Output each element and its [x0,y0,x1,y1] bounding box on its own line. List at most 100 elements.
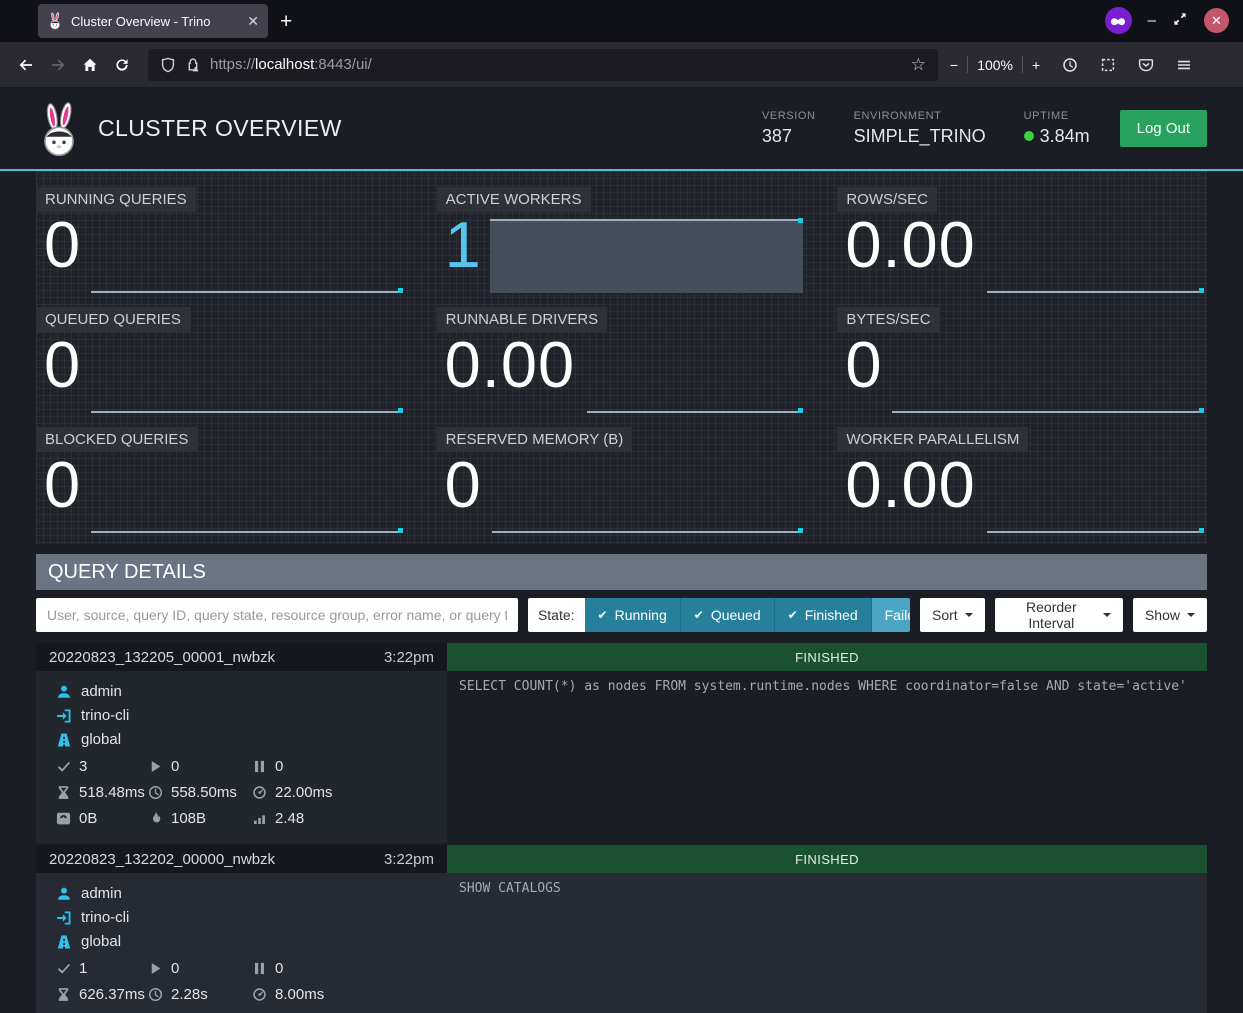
pocket-icon[interactable] [1130,49,1162,81]
cpu-time: 2.28s [171,986,208,1003]
state-filter-finished[interactable]: ✔Finished [774,598,871,632]
query-id-bar: 20220823_132202_00000_nwbzk 3:22pm [36,845,447,873]
version-block: VERSION 387 [762,110,816,147]
lock-warning-icon[interactable] [185,57,201,73]
sparkline-dot [398,528,403,533]
query-filter-input[interactable] [36,598,518,632]
new-tab-button[interactable]: + [280,11,292,32]
query-id-link[interactable]: 20220823_132205_00001_nwbzk [49,649,275,666]
state-filter-queued[interactable]: ✔Queued [680,598,774,632]
wall-time: 518.48ms [79,784,145,801]
queued-splits: 0 [275,758,283,775]
query-row: 20220823_132202_00000_nwbzk 3:22pm admin… [36,845,1207,1013]
divider [1022,56,1023,73]
stat-card-running-queries: RUNNING QUERIES 0 [36,187,406,294]
gauge-icon [252,987,267,1002]
query-id-link[interactable]: 20220823_132202_00000_nwbzk [49,851,275,868]
stat-value: 0 [44,449,81,521]
zoom-out-button[interactable]: − [950,57,958,73]
window-controls: – ✕ [1105,7,1243,34]
stat-value: 0 [845,329,882,401]
trino-logo [36,102,82,158]
sparkline-dot [398,408,403,413]
query-resource-group: global [81,933,121,950]
reload-button[interactable] [106,49,138,81]
completed-splits: 1 [79,960,87,977]
query-state-badge: FINISHED [447,845,1207,873]
uptime-block: UPTIME 3.84m [1024,110,1090,147]
stat-value: 0.00 [445,329,576,401]
back-button[interactable] [10,49,42,81]
forward-button[interactable] [42,49,74,81]
sparkline-dot [1199,288,1204,293]
close-button[interactable]: ✕ [1204,8,1229,33]
history-clock-icon[interactable] [1054,49,1086,81]
uptime-value: 3.84m [1024,126,1090,147]
state-filter-failed[interactable]: Failed [871,598,910,632]
stat-card-rows-sec: ROWS/SEC 0.00 [837,187,1207,294]
sparkline-dot [398,288,403,293]
reorder-interval-dropdown[interactable]: Reorder Interval [995,598,1123,632]
sparkline [987,531,1204,533]
play-icon [148,759,163,774]
chevron-down-icon [965,613,973,617]
toolbar-icons [1054,49,1200,81]
show-dropdown[interactable]: Show [1133,598,1207,632]
environment-value: SIMPLE_TRINO [854,126,986,147]
sparkline-dot [1199,528,1204,533]
profile-mask-icon[interactable] [1105,7,1132,34]
home-button[interactable] [74,49,106,81]
tab-title: Cluster Overview - Trino [71,14,239,29]
environment-block: ENVIRONMENT SIMPLE_TRINO [854,110,986,147]
scale-icon [56,811,71,826]
clock-icon [148,987,163,1002]
browser-tab[interactable]: Cluster Overview - Trino ✕ [38,4,268,38]
road-icon [56,732,72,748]
query-sql-snippet[interactable]: SHOW CATALOGS [447,873,1207,1013]
cumulative-memory: 108B [171,810,206,827]
zoom-level[interactable]: 100% [977,57,1013,73]
pause-icon [252,961,267,976]
sign-in-icon [56,708,72,724]
version-label: VERSION [762,110,816,122]
sparkline [91,531,403,533]
stat-card-runnable-drivers: RUNNABLE DRIVERS 0.00 [437,307,807,414]
tracking-shield-icon[interactable] [160,57,176,73]
query-sql-snippet[interactable]: SELECT COUNT(*) as nodes FROM system.run… [447,671,1207,843]
sparkline [587,411,804,413]
trino-favicon [47,12,63,30]
pause-icon [252,759,267,774]
bookmark-star-icon[interactable]: ☆ [911,55,926,75]
query-user: admin [81,885,122,902]
uptime-status-dot [1024,131,1034,141]
completed-splits: 3 [79,758,87,775]
sort-dropdown[interactable]: Sort [920,598,985,632]
version-value: 387 [762,126,816,147]
sparkline [892,411,1204,413]
restore-button[interactable] [1172,11,1188,30]
stat-card-blocked-queries: BLOCKED QUERIES 0 [36,427,406,534]
logout-button[interactable]: Log Out [1120,110,1207,147]
cluster-stats-section: RUNNING QUERIES 0 ACTIVE WORKERS 1 ROWS/… [36,171,1207,544]
running-splits: 0 [171,758,179,775]
minimize-button[interactable]: – [1148,13,1156,28]
screenshot-icon[interactable] [1092,49,1124,81]
clock-icon [148,785,163,800]
zoom-in-button[interactable]: + [1032,57,1040,73]
url-bar[interactable]: https://localhost:8443/ui/ ☆ [148,49,938,81]
stat-card-bytes-sec: BYTES/SEC 0 [837,307,1207,414]
sparkline-dot [798,408,803,413]
query-id-bar: 20220823_132205_00001_nwbzk 3:22pm [36,643,447,671]
tab-close-icon[interactable]: ✕ [247,14,259,28]
check-icon: ✔ [788,608,798,622]
menu-hamburger-icon[interactable] [1168,49,1200,81]
execution-time: 22.00ms [275,784,333,801]
road-icon [56,934,72,950]
query-source: trino-cli [81,909,129,926]
browser-toolbar: https://localhost:8443/ui/ ☆ − 100% + [0,42,1243,87]
stat-value: 0.00 [845,209,976,281]
sparkline-area [490,219,804,293]
page-title: CLUSTER OVERVIEW [98,115,342,142]
state-filter-running[interactable]: ✔Running [585,598,680,632]
check-icon: ✔ [694,608,704,622]
